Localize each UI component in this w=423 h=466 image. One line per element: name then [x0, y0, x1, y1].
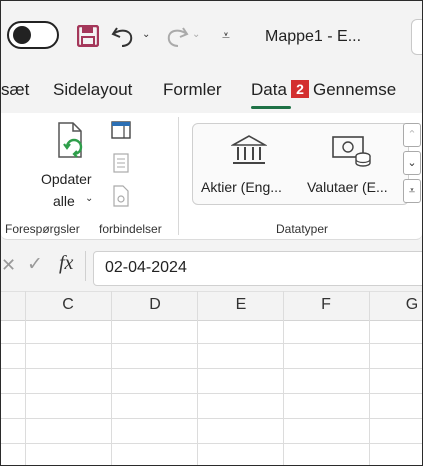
- title-bar: ⌄ ⌄ ⩡ Mappe1 - E...: [1, 1, 422, 69]
- enter-icon[interactable]: ✓: [27, 253, 43, 276]
- refresh-all-button[interactable]: Opdater alle ⌄: [39, 117, 103, 217]
- gallery-down-button[interactable]: ⌄: [403, 151, 421, 175]
- column-header-g[interactable]: G: [397, 296, 422, 314]
- undo-icon[interactable]: [111, 24, 137, 48]
- ribbon-panel: Opdater alle ⌄ Forespørgsler forbindelse…: [1, 113, 422, 240]
- active-tab-indicator: [251, 106, 291, 109]
- document-title: Mappe1 - E...: [265, 28, 362, 45]
- insert-function-icon[interactable]: fx: [59, 252, 73, 275]
- edit-links-icon[interactable]: [113, 185, 129, 207]
- refresh-dropdown-icon: ⌄: [85, 193, 94, 204]
- column-header-d[interactable]: D: [140, 296, 170, 314]
- undo-dropdown-icon[interactable]: ⌄: [142, 29, 150, 40]
- currencies-label: Valutaer (E...: [307, 179, 388, 195]
- column-header-f[interactable]: F: [311, 296, 341, 314]
- grid-col-line: [25, 291, 26, 465]
- bank-icon: [231, 135, 267, 164]
- grid-row-line: [1, 393, 422, 394]
- tab-review[interactable]: Gennemse: [313, 80, 396, 100]
- autosave-toggle[interactable]: [7, 21, 59, 49]
- properties-icon[interactable]: [113, 153, 129, 173]
- refresh-icon: [58, 122, 83, 158]
- formula-divider: [85, 251, 86, 281]
- grid-row-line: [1, 443, 422, 444]
- group-label-datatypes: Datatyper: [276, 222, 329, 236]
- currencies-button[interactable]: Valutaer (E...: [301, 124, 401, 204]
- group-label-queries: Forespørgsler: [5, 222, 80, 236]
- save-icon[interactable]: [77, 25, 99, 47]
- tab-page-layout[interactable]: Sidelayout: [53, 80, 132, 100]
- grid-col-line: [369, 291, 370, 465]
- redo-icon[interactable]: [163, 24, 189, 48]
- ribbon: Opdater alle ⌄ Forespørgsler forbindelse…: [1, 113, 422, 243]
- grid-row-line: [1, 418, 422, 419]
- stocks-label: Aktier (Eng...: [201, 179, 282, 195]
- grid-row-line: [1, 368, 422, 369]
- tab-data[interactable]: Data: [251, 80, 287, 100]
- toggle-knob: [13, 26, 31, 44]
- redo-dropdown-icon: ⌄: [192, 29, 201, 40]
- grid-col-line: [111, 291, 112, 465]
- gallery-scroll: ⌃ ⌄ ⩡: [403, 123, 421, 203]
- column-headers: C D E F G: [1, 291, 422, 321]
- grid-col-line: [197, 291, 198, 465]
- grid-row-line: [1, 343, 422, 344]
- search-box[interactable]: [411, 19, 422, 55]
- gallery-up-button[interactable]: ⌃: [403, 123, 421, 147]
- queries-connections-icon[interactable]: [111, 121, 131, 139]
- formula-value: 02-04-2024: [105, 259, 187, 276]
- cancel-icon[interactable]: ✕: [1, 255, 16, 276]
- currency-icon: [332, 136, 371, 167]
- tab-insert[interactable]: sæt: [1, 80, 29, 100]
- refresh-all-label-2: alle: [53, 193, 75, 209]
- gallery-more-button[interactable]: ⩡: [403, 179, 421, 203]
- tab-formulas[interactable]: Formler: [163, 80, 222, 100]
- grid-col-line: [283, 291, 284, 465]
- data-types-gallery: Aktier (Eng... Valutaer (E...: [192, 123, 409, 205]
- column-header-c[interactable]: C: [53, 296, 83, 314]
- stocks-button[interactable]: Aktier (Eng...: [199, 124, 295, 204]
- ribbon-tabs: sæt Sidelayout Formler Data Gennemse: [1, 69, 422, 113]
- excel-window: ⌄ ⌄ ⩡ Mappe1 - E... sæt Sidelayout Forml…: [0, 0, 423, 466]
- group-label-connections: forbindelser: [99, 222, 162, 236]
- customize-qat-icon[interactable]: ⩡: [222, 27, 230, 44]
- refresh-all-label-1: Opdater: [41, 171, 92, 187]
- column-header-e[interactable]: E: [226, 296, 256, 314]
- group-separator: [178, 117, 179, 235]
- annotation-badge: 2: [291, 80, 309, 98]
